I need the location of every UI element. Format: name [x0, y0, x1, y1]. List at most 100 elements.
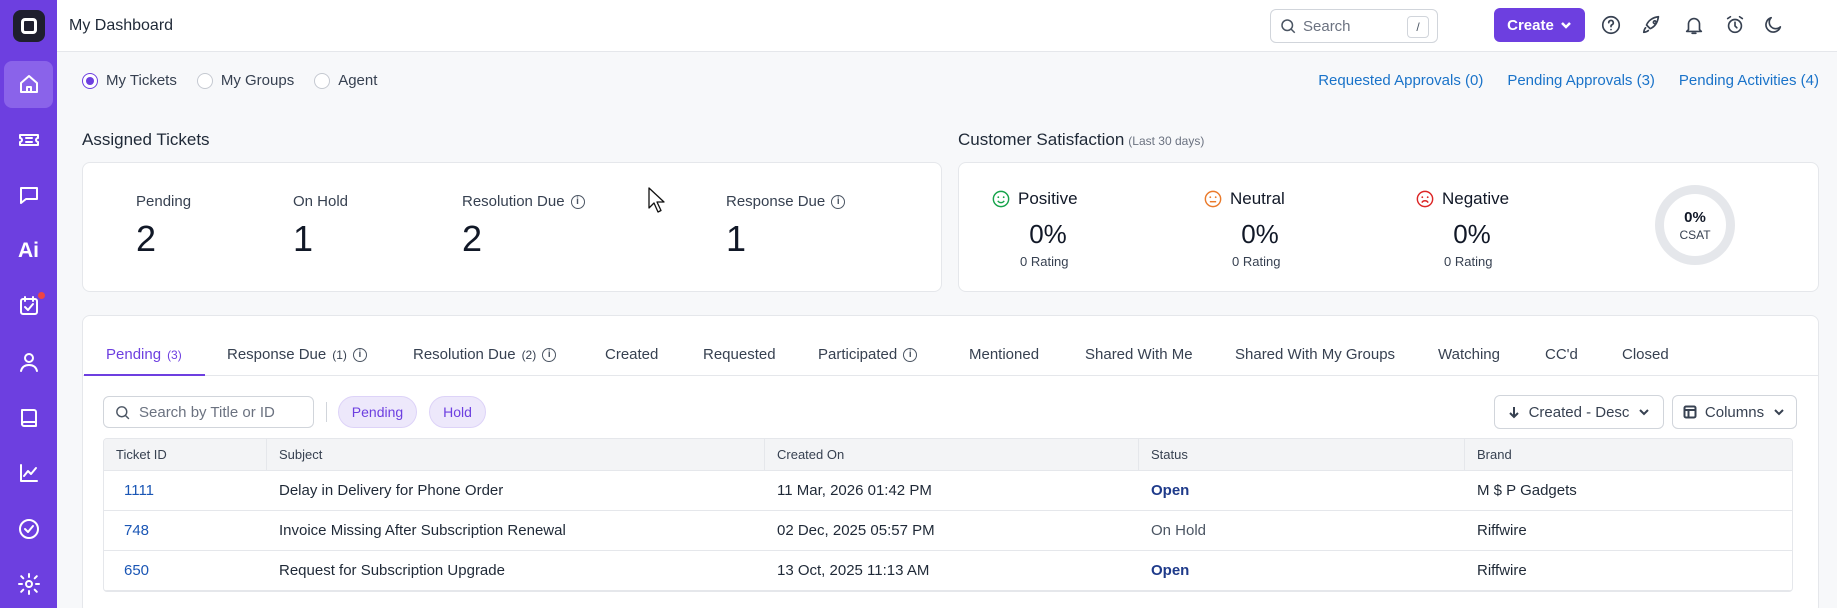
moon-icon[interactable]	[1762, 14, 1784, 36]
ticket-status[interactable]: On Hold	[1139, 511, 1465, 550]
tab-label: Resolution Due	[413, 346, 516, 363]
filter-chip-hold[interactable]: Hold	[429, 396, 486, 428]
tab-ccd[interactable]: CC'd	[1545, 346, 1578, 363]
ticket-status[interactable]: Open	[1139, 551, 1465, 590]
view-filter: My Tickets My Groups Agent	[82, 72, 377, 89]
pending-activities-link[interactable]: Pending Activities (4)	[1679, 72, 1819, 89]
filter-chip-pending[interactable]: Pending	[338, 396, 417, 428]
tab-label: Closed	[1622, 346, 1669, 363]
tab-participated[interactable]: Participated i	[818, 346, 918, 363]
column-header-brand[interactable]: Brand	[1465, 439, 1792, 470]
csat-title: Customer Satisfaction	[958, 130, 1125, 149]
info-icon[interactable]: i	[903, 347, 918, 362]
help-icon[interactable]	[1600, 14, 1622, 36]
ticket-id-link[interactable]: 650	[104, 551, 267, 590]
ticket-id-link[interactable]: 748	[104, 511, 267, 550]
divider	[326, 402, 327, 422]
task-calendar-icon[interactable]	[4, 283, 53, 331]
search-icon	[116, 405, 130, 419]
chat-icon[interactable]	[4, 172, 53, 220]
column-header-created-on[interactable]: Created On	[765, 439, 1139, 470]
tab-label: Shared With Me	[1085, 346, 1193, 363]
stat-label: Pending	[136, 193, 192, 210]
radio-circle[interactable]	[82, 72, 98, 89]
chart-icon[interactable]	[4, 449, 53, 497]
sidebar-item-ai[interactable]: Ai	[4, 227, 53, 275]
tab-requested[interactable]: Requested	[703, 346, 776, 363]
search-shortcut: /	[1407, 16, 1429, 38]
stat-response-due[interactable]: Response Due i 1	[726, 193, 846, 260]
columns-label: Columns	[1704, 403, 1765, 421]
rocket-icon[interactable]	[1641, 14, 1663, 36]
customer-satisfaction-title: Customer Satisfaction (Last 30 days)	[958, 130, 1204, 150]
arrow-down-icon	[1508, 407, 1519, 419]
pending-approvals-link[interactable]: Pending Approvals (3)	[1507, 72, 1655, 89]
home-icon[interactable]	[4, 60, 53, 109]
table-row[interactable]: 650 Request for Subscription Upgrade 13 …	[104, 551, 1792, 591]
stat-resolution-due[interactable]: Resolution Due i 2	[462, 193, 585, 260]
stat-on-hold[interactable]: On Hold 1	[293, 193, 348, 260]
user-icon[interactable]	[4, 338, 53, 386]
requested-approvals-link[interactable]: Requested Approvals (0)	[1318, 72, 1483, 89]
csat-rating: 0 Rating	[1020, 254, 1069, 269]
radio-label: My Tickets	[106, 72, 177, 89]
neutral-face-icon	[1204, 190, 1222, 208]
table-header: Ticket ID Subject Created On Status Bran…	[104, 439, 1792, 471]
radio-my-tickets[interactable]: My Tickets	[82, 72, 177, 89]
ticket-brand: Riffwire	[1477, 522, 1527, 539]
table-row[interactable]: 748 Invoice Missing After Subscription R…	[104, 511, 1792, 551]
csat-percent: 0%	[1241, 219, 1279, 249]
ticket-subject[interactable]: Request for Subscription Upgrade	[267, 551, 765, 590]
sort-dropdown[interactable]: Created - Desc	[1494, 395, 1664, 429]
radio-my-groups[interactable]: My Groups	[196, 72, 294, 89]
search-input[interactable]	[1303, 17, 1403, 35]
tab-shared-with-me[interactable]: Shared With Me	[1085, 346, 1193, 363]
tab-pending[interactable]: Pending (3)	[106, 346, 182, 363]
ticket-status[interactable]: Open	[1139, 471, 1465, 510]
ticket-search[interactable]	[103, 396, 314, 428]
global-search[interactable]: /	[1270, 9, 1438, 43]
bell-icon[interactable]	[1683, 14, 1705, 36]
column-header-subject[interactable]: Subject	[267, 439, 765, 470]
csat-percent: 0%	[1453, 219, 1491, 249]
columns-dropdown[interactable]: Columns	[1672, 395, 1797, 429]
tab-watching[interactable]: Watching	[1438, 346, 1500, 363]
tab-label: Mentioned	[969, 346, 1040, 363]
ai-label: Ai	[18, 238, 39, 262]
search-icon	[1281, 19, 1296, 34]
top-bar: My Dashboard / Create	[57, 0, 1837, 52]
ticket-brand: M $ P Gadgets	[1477, 482, 1577, 499]
tab-closed[interactable]: Closed	[1622, 346, 1669, 363]
radio-agent[interactable]: Agent	[314, 72, 377, 89]
info-icon[interactable]: i	[542, 347, 557, 362]
info-icon[interactable]: i	[831, 194, 846, 209]
radio-circle[interactable]	[314, 72, 331, 89]
ticket-search-input[interactable]	[139, 403, 309, 421]
ticket-id-link[interactable]: 1111	[104, 471, 267, 510]
tab-label: Pending	[106, 346, 162, 363]
info-icon[interactable]: i	[570, 194, 585, 209]
book-icon[interactable]	[4, 394, 53, 442]
info-icon[interactable]: i	[352, 347, 367, 362]
tab-resolution-due[interactable]: Resolution Due (2) i	[413, 346, 557, 363]
ticket-subject[interactable]: Delay in Delivery for Phone Order	[267, 471, 765, 510]
table-row[interactable]: 1111 Delay in Delivery for Phone Order 1…	[104, 471, 1792, 511]
csat-positive: Positive 0% 0 Rating	[992, 189, 1078, 269]
gear-icon[interactable]	[4, 560, 53, 608]
check-circle-icon[interactable]	[4, 505, 53, 553]
radio-circle[interactable]	[196, 72, 213, 89]
alarm-clock-icon[interactable]	[1724, 14, 1746, 36]
ticket-icon[interactable]	[4, 116, 53, 164]
create-button[interactable]: Create	[1494, 8, 1585, 42]
app-logo[interactable]	[0, 0, 57, 52]
tab-shared-with-my-groups[interactable]: Shared With My Groups	[1235, 346, 1395, 363]
tab-mentioned[interactable]: Mentioned	[969, 346, 1039, 363]
stat-value: 1	[726, 218, 747, 259]
stat-pending[interactable]: Pending 2	[136, 193, 191, 260]
tab-created[interactable]: Created	[605, 346, 658, 363]
column-header-ticket-id[interactable]: Ticket ID	[104, 439, 267, 470]
ticket-subject[interactable]: Invoice Missing After Subscription Renew…	[267, 511, 765, 550]
column-header-status[interactable]: Status	[1139, 439, 1465, 470]
tab-response-due[interactable]: Response Due (1) i	[227, 346, 367, 363]
ticket-created-on: 11 Mar, 2026 01:42 PM	[777, 482, 932, 499]
